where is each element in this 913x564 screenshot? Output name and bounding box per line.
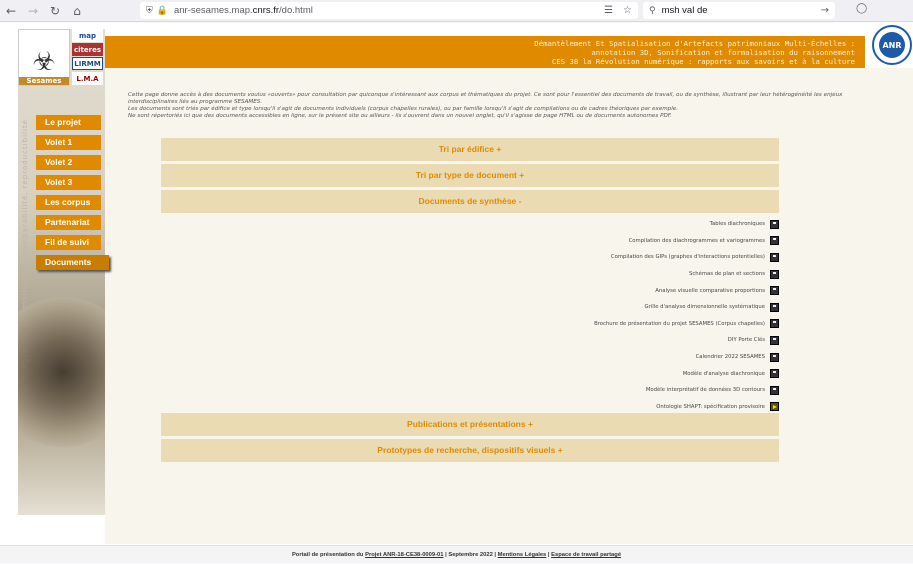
logo-group: ☣ Sesames map citeres LIRMM L.M.A xyxy=(18,29,105,87)
search-go-icon[interactable]: → xyxy=(821,5,829,16)
floppy-disk-icon[interactable] xyxy=(770,319,779,329)
floppy-disk-icon[interactable] xyxy=(770,352,779,362)
reader-view-icon[interactable]: ☰ xyxy=(604,5,613,16)
search-icon: ⚲ xyxy=(649,5,656,16)
address-bar[interactable]: ⛨ 🔒 anr-sesames.map.cnrs.fr/do.html ☰ ☆ xyxy=(140,2,638,19)
chapel-panorama-image xyxy=(18,297,105,447)
lma-logo[interactable]: L.M.A xyxy=(72,72,103,85)
astrolabe-icon: ☣ xyxy=(32,47,56,77)
sidebar-item-documents[interactable]: Documents xyxy=(36,255,109,270)
section-prototypes[interactable]: Prototypes de recherche, dispositifs vis… xyxy=(161,439,779,462)
web-page: intégration | formalisation, comparabili… xyxy=(0,23,913,563)
search-input[interactable]: ⚲ msh val de → xyxy=(643,2,835,19)
sidebar-item-volet-1[interactable]: Volet 1 xyxy=(36,135,101,150)
sesames-logo-label: Sesames xyxy=(19,77,69,85)
floppy-disk-icon[interactable] xyxy=(770,219,779,229)
document-row: Calendrier 2022 SESAMES xyxy=(161,349,779,366)
sidebar-item-partenariat[interactable]: Partenariat xyxy=(36,215,101,230)
shield-extension-icon[interactable]: ◯ xyxy=(856,3,867,14)
search-query: msh val de xyxy=(661,5,708,16)
document-row: Tables diachroniques xyxy=(161,216,779,233)
banner-title: Démantèlement Et Spatialisation d'Artefa… xyxy=(534,39,855,66)
section-publications[interactable]: Publications et présentations + xyxy=(161,413,779,436)
bookmark-star-icon[interactable]: ☆ xyxy=(623,5,632,16)
intro-text: Cette page donne accès à des documents v… xyxy=(128,92,843,119)
document-row: Compilation des diachrogrammes et variog… xyxy=(161,233,779,250)
document-row: DIY Porte Clés xyxy=(161,332,779,349)
lirmm-logo[interactable]: LIRMM xyxy=(72,57,103,70)
sidebar-menu: Le projet Volet 1 Volet 2 Volet 3 Les co… xyxy=(36,115,110,275)
main-content: Cette page donne accès à des documents v… xyxy=(105,68,913,544)
map-logo[interactable]: map xyxy=(72,29,103,42)
floppy-disk-icon[interactable] xyxy=(770,286,779,296)
floppy-disk-icon[interactable] xyxy=(770,302,779,312)
sidebar-item-le-projet[interactable]: Le projet xyxy=(36,115,101,130)
document-row: Brochure de présentation du projet SESAM… xyxy=(161,316,779,333)
lock-icon: 🔒 xyxy=(156,5,168,16)
document-row: Modèle d'analyse diachronique xyxy=(161,365,779,382)
floppy-disk-icon[interactable] xyxy=(770,369,779,379)
anr-logo[interactable]: ANR xyxy=(872,25,912,65)
floppy-disk-icon[interactable] xyxy=(770,236,779,246)
legal-link[interactable]: Mentions Légales xyxy=(498,552,547,558)
floppy-disk-icon[interactable] xyxy=(770,385,779,395)
sidebar-item-fil-de-suivi[interactable]: Fil de suivi xyxy=(36,235,101,250)
page-footer: Portail de présentation du Projet ANR-18… xyxy=(0,545,913,563)
document-row: Analyse visuelle comparative proportions xyxy=(161,282,779,299)
section-tri-edifice[interactable]: Tri par édifice + xyxy=(161,138,779,161)
reload-icon[interactable]: ↻ xyxy=(44,0,66,22)
document-row: Schémas de plan et sections xyxy=(161,266,779,283)
floppy-disk-icon[interactable] xyxy=(770,252,779,262)
document-row: Grille d'analyse dimensionnelle systémat… xyxy=(161,299,779,316)
url-text: anr-sesames.map.cnrs.fr/do.html xyxy=(173,5,313,16)
section-tri-type[interactable]: Tri par type de document + xyxy=(161,164,779,187)
back-arrow-icon[interactable]: ← xyxy=(0,0,22,22)
document-list: Tables diachroniques Compilation des dia… xyxy=(161,216,779,415)
workspace-link[interactable]: Espace de travail partagé xyxy=(551,552,621,558)
sidebar-item-volet-2[interactable]: Volet 2 xyxy=(36,155,101,170)
project-link[interactable]: Projet ANR-18-CE38-0009-01 xyxy=(365,552,443,558)
sesames-logo[interactable]: ☣ Sesames xyxy=(18,29,70,86)
forward-arrow-icon[interactable]: → xyxy=(22,0,44,22)
shield-icon: ⛨ xyxy=(146,5,153,16)
header-banner: Démantèlement Et Spatialisation d'Artefa… xyxy=(105,36,865,68)
sidebar-item-volet-3[interactable]: Volet 3 xyxy=(36,175,101,190)
document-row: Modèle interprétatif de données 3D conto… xyxy=(161,382,779,399)
floppy-disk-icon[interactable] xyxy=(770,269,779,279)
document-row: Compilation des GIPs (graphes d'interact… xyxy=(161,249,779,266)
floppy-disk-icon[interactable] xyxy=(770,335,779,345)
home-icon[interactable]: ⌂ xyxy=(66,0,88,22)
citeres-logo[interactable]: citeres xyxy=(72,43,103,56)
play-link-icon[interactable] xyxy=(770,402,779,412)
section-documents-synthese[interactable]: Documents de synthèse - xyxy=(161,190,779,213)
sidebar-item-les-corpus[interactable]: Les corpus xyxy=(36,195,101,210)
